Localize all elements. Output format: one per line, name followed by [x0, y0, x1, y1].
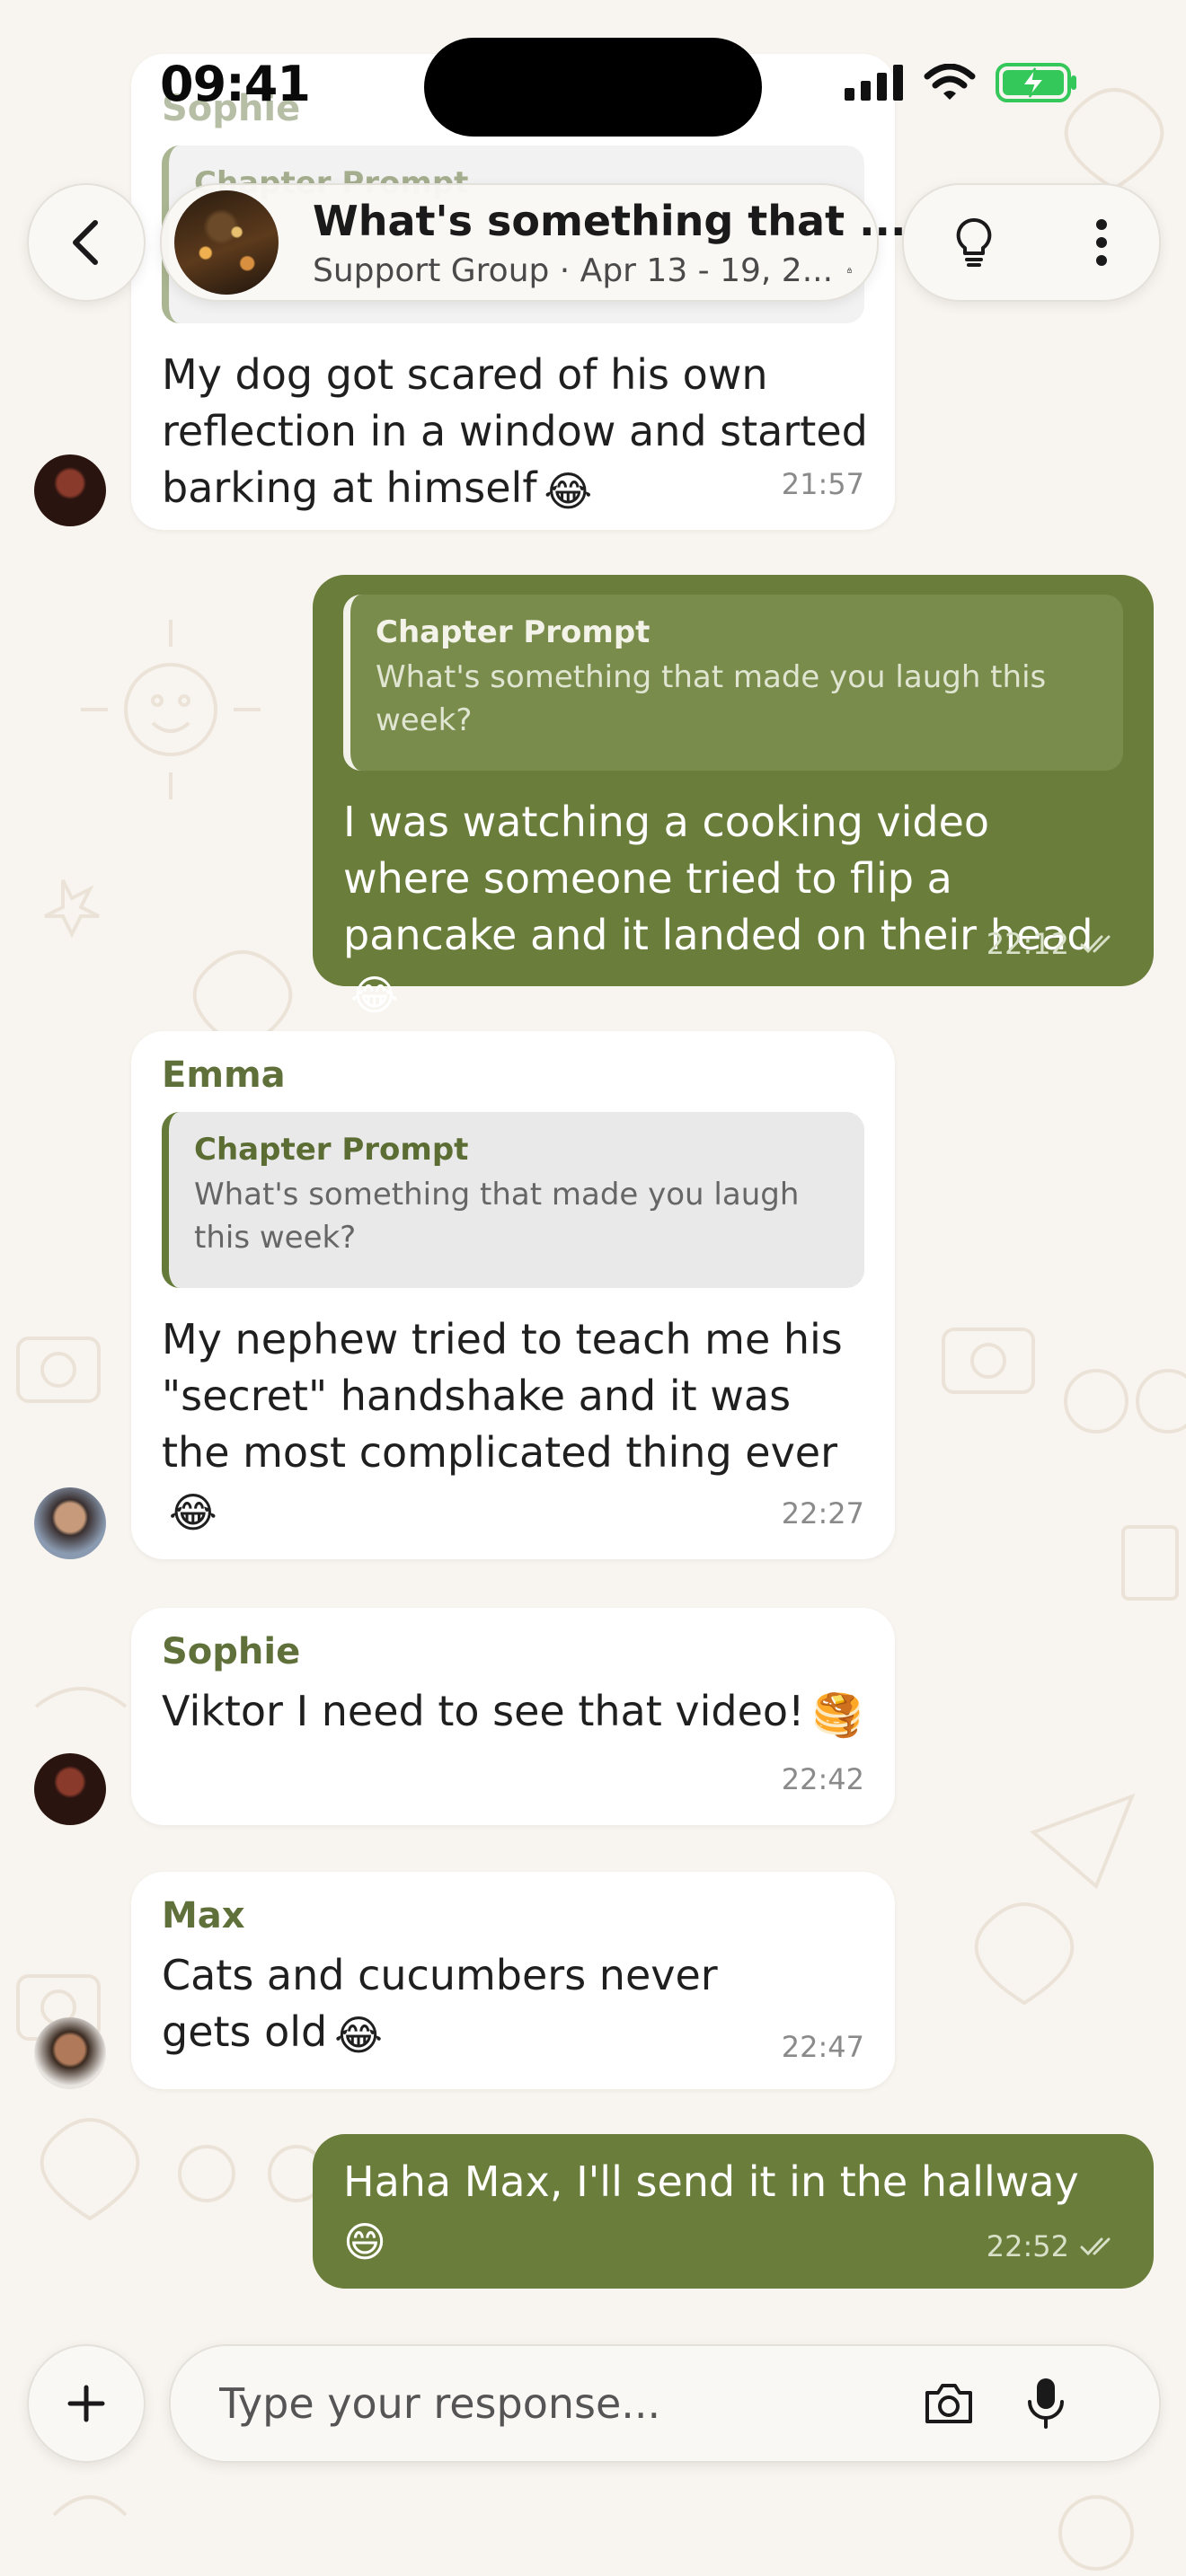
- wifi-icon: [924, 64, 976, 100]
- message-bubble[interactable]: Max Cats and cucumbers never gets old 😂 2…: [131, 1872, 895, 2089]
- avatar-max[interactable]: [34, 2017, 106, 2089]
- avatar-sophie[interactable]: [34, 1753, 106, 1825]
- chevron-left-icon: [73, 220, 98, 265]
- message-text: Viktor I need to see that video! 🥞: [162, 1683, 864, 1743]
- sender-name: Emma: [162, 1054, 286, 1096]
- sender-name: Sophie: [162, 1631, 301, 1672]
- chapter-header[interactable]: What's something that ... Support Group …: [160, 183, 907, 302]
- header-actions: [902, 183, 1161, 302]
- message-time: 22:47: [781, 2030, 864, 2064]
- emoji: 😂: [350, 971, 399, 1019]
- quote-text: What's something that made you laugh thi…: [194, 1177, 800, 1256]
- group-avatar: [174, 190, 279, 295]
- add-attachment-button[interactable]: [27, 2344, 146, 2463]
- message-bubble[interactable]: Sophie Viktor I need to see that video! 🥞…: [131, 1608, 895, 1825]
- message-time: 22:27: [781, 1496, 864, 1531]
- lock-icon: [847, 268, 852, 273]
- message-time: 22:12: [986, 927, 1069, 961]
- avatar-sophie[interactable]: [34, 454, 106, 526]
- cellular-signal-icon: [845, 65, 903, 101]
- microphone-icon[interactable]: [1026, 2377, 1066, 2430]
- camera-icon[interactable]: [922, 2380, 976, 2427]
- message-time: 22:42: [781, 1762, 864, 1796]
- emoji: 🥞: [811, 1690, 863, 1739]
- chapter-prompt-quote[interactable]: Chapter Prompt What's something that mad…: [162, 1112, 864, 1288]
- chapter-prompt-quote[interactable]: Chapter Prompt What's something that mad…: [343, 595, 1123, 771]
- battery-charging-icon: [996, 63, 1076, 102]
- message-time: 22:52: [986, 2229, 1069, 2263]
- emoji: 😂: [169, 1488, 217, 1537]
- status-icons: [845, 63, 1078, 102]
- sender-name: Max: [162, 1895, 245, 1936]
- emoji: 😂: [544, 467, 593, 516]
- composer: [169, 2344, 1161, 2463]
- dynamic-island: [424, 38, 762, 137]
- quote-title: Chapter Prompt: [376, 614, 651, 650]
- emoji: 😄: [343, 2218, 386, 2266]
- back-button[interactable]: [27, 183, 146, 302]
- avatar-emma[interactable]: [34, 1487, 106, 1559]
- message-bubble[interactable]: Emma Chapter Prompt What's something tha…: [131, 1031, 895, 1559]
- read-receipt-icon: [1080, 2237, 1111, 2256]
- plus-icon: [67, 2385, 105, 2422]
- emoji: 😂: [334, 2011, 383, 2060]
- quote-text: What's something that made you laugh thi…: [376, 659, 1047, 738]
- response-input[interactable]: [217, 2378, 904, 2429]
- quote-title: Chapter Prompt: [194, 1132, 469, 1168]
- read-receipt-icon: [1080, 935, 1111, 954]
- chapter-subtitle: Support Group · Apr 13 - 19, 2...: [313, 251, 834, 289]
- message-text: I was watching a cooking video where som…: [343, 794, 1125, 1024]
- message-text: Cats and cucumbers never gets old 😂: [162, 1947, 791, 2064]
- message-bubble-outgoing[interactable]: Chapter Prompt What's something that mad…: [313, 575, 1154, 1019]
- chapter-title: What's something that ...: [313, 196, 907, 245]
- message-text: My dog got scared of his own reflection …: [162, 347, 872, 520]
- message-text: My nephew tried to teach me his "secret"…: [162, 1311, 872, 1541]
- message-bubble-outgoing[interactable]: Haha Max, I'll send it in the hallway 😄 2…: [313, 2134, 1154, 2289]
- lightbulb-icon[interactable]: [954, 216, 994, 269]
- more-vertical-icon[interactable]: [1094, 217, 1109, 268]
- message-text: Haha Max, I'll send it in the hallway 😄: [343, 2154, 1080, 2271]
- message-time: 21:57: [781, 467, 864, 501]
- status-time: 09:41: [160, 56, 311, 112]
